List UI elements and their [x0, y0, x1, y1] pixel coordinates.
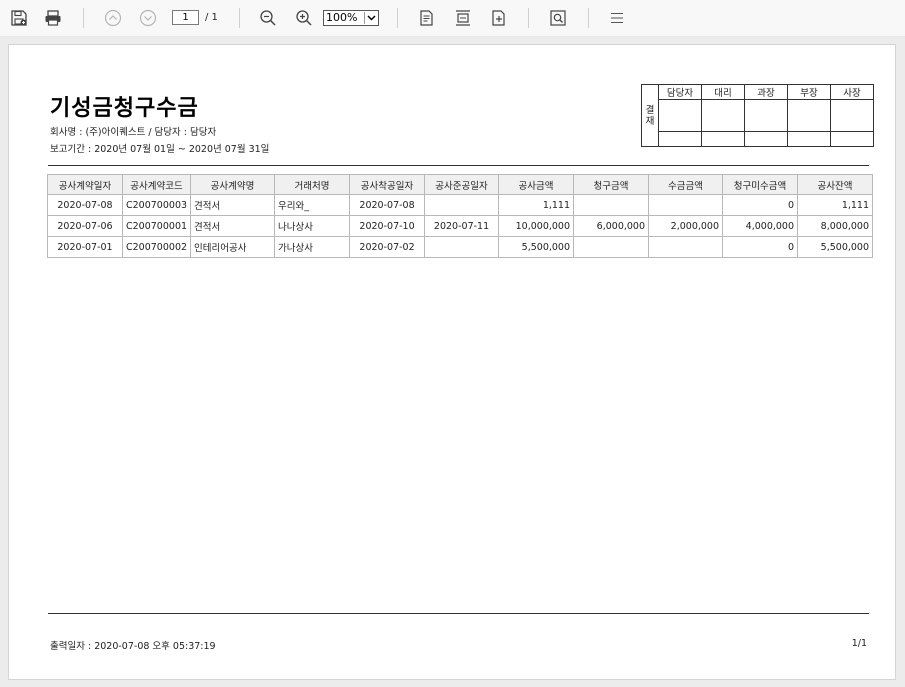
cell-balance: 8,000,000 [797, 215, 874, 237]
header-divider [48, 165, 869, 166]
column-header: 공사준공일자 [424, 174, 500, 195]
zoom-in-icon[interactable] [293, 7, 315, 29]
cell-contract-name: 견적서 [190, 194, 276, 216]
cell-contract-date: 2020-07-06 [47, 215, 123, 237]
cell-contract-code: C200700001 [121, 215, 192, 237]
cell-client: 가나상사 [274, 236, 351, 258]
approval-sign-cell [658, 99, 702, 132]
approval-date-cell [744, 131, 788, 147]
cell-client: 우리와_ [274, 194, 351, 216]
cell-end-date: 2020-07-11 [424, 215, 500, 237]
cell-contract-date: 2020-07-01 [47, 236, 123, 258]
company-line: 회사명 : (주)아이퀘스트 / 담당자 : 담당자 [50, 127, 217, 138]
approval-sign-cell [830, 99, 874, 132]
approval-date-cell [830, 131, 874, 147]
approval-role: 부장 [787, 84, 831, 100]
approval-sign-cell [701, 99, 745, 132]
column-header: 공사계약일자 [47, 174, 123, 195]
toolbar-separator [397, 8, 398, 28]
fit-page-icon[interactable] [488, 7, 510, 29]
approval-role: 대리 [701, 84, 745, 100]
report-page: 기성금청구수금 회사명 : (주)아이퀘스트 / 담당자 : 담당자 보고기간 … [8, 44, 896, 680]
zoom-out-icon[interactable] [257, 7, 279, 29]
toolbar-separator [528, 8, 529, 28]
report-viewer[interactable]: 기성금청구수금 회사명 : (주)아이퀘스트 / 담당자 : 담당자 보고기간 … [0, 37, 905, 687]
cell-billed [573, 236, 650, 258]
cell-end-date [424, 236, 500, 258]
cell-balance: 5,500,000 [797, 236, 874, 258]
cell-end-date [424, 194, 500, 216]
cell-contract-date: 2020-07-08 [47, 194, 123, 216]
print-date: 출력일자 : 2020-07-08 오후 05:37:19 [50, 641, 216, 652]
cell-receivable: 4,000,000 [722, 215, 799, 237]
period-line: 보고기간 : 2020년 07월 01일 ~ 2020년 07월 31일 [50, 144, 270, 155]
cell-billed: 6,000,000 [573, 215, 650, 237]
cell-client: 나나상사 [274, 215, 351, 237]
hamburger-menu-icon[interactable] [606, 7, 628, 29]
column-header: 청구미수금액 [722, 174, 799, 195]
zoom-select[interactable]: 100% [323, 10, 379, 26]
cell-start-date: 2020-07-08 [349, 194, 426, 216]
cell-receivable: 0 [722, 236, 799, 258]
cell-contract-name: 견적서 [190, 215, 276, 237]
export-document-icon[interactable] [416, 7, 438, 29]
table-row: 2020-07-08 C200700003 견적서 우리와_ 2020-07-0… [47, 194, 874, 216]
cell-amount: 10,000,000 [498, 215, 575, 237]
zoom-value: 100% [326, 11, 358, 24]
column-header: 공사금액 [498, 174, 575, 195]
approval-box: 결재 담당자 대리 과장 부장 사장 [641, 84, 874, 147]
table-row: 2020-07-01 C200700002 인테리어공사 가나상사 2020-0… [47, 236, 874, 258]
page-up-icon[interactable] [102, 7, 124, 29]
column-header: 공사잔액 [797, 174, 874, 195]
cell-start-date: 2020-07-02 [349, 236, 426, 258]
page-down-icon[interactable] [137, 7, 159, 29]
page-total: / 1 [205, 12, 218, 23]
cell-contract-code: C200700003 [121, 194, 192, 216]
page-setup-icon[interactable] [452, 7, 474, 29]
approval-role: 사장 [830, 84, 874, 100]
viewer-toolbar: 1 / 1 100% [0, 0, 905, 37]
column-header: 수금금액 [648, 174, 724, 195]
toolbar-separator [588, 8, 589, 28]
cell-amount: 1,111 [498, 194, 575, 216]
cell-collected [648, 236, 724, 258]
save-icon[interactable] [8, 7, 30, 29]
cell-collected [648, 194, 724, 216]
toolbar-separator [239, 8, 240, 28]
approval-date-cell [658, 131, 702, 147]
column-header: 공사계약코드 [121, 174, 192, 195]
cell-contract-code: C200700002 [121, 236, 192, 258]
cell-balance: 1,111 [797, 194, 874, 216]
find-icon[interactable] [547, 7, 569, 29]
cell-contract-name: 인테리어공사 [190, 236, 276, 258]
cell-collected: 2,000,000 [648, 215, 724, 237]
page-number-input[interactable]: 1 [172, 10, 199, 25]
cell-billed [573, 194, 650, 216]
approval-date-cell [701, 131, 745, 147]
table-row: 2020-07-06 C200700001 견적서 나나상사 2020-07-1… [47, 215, 874, 237]
footer-divider [48, 613, 869, 614]
table-header-row: 공사계약일자 공사계약코드 공사계약명 거래처명 공사착공일자 공사준공일자 공… [47, 174, 874, 195]
column-header: 거래처명 [274, 174, 351, 195]
approval-label: 결재 [641, 84, 659, 147]
cell-amount: 5,500,000 [498, 236, 575, 258]
column-header: 청구금액 [573, 174, 650, 195]
column-header: 공사계약명 [190, 174, 276, 195]
approval-role: 담당자 [658, 84, 702, 100]
approval-sign-cell [787, 99, 831, 132]
chevron-down-icon [364, 12, 377, 24]
approval-role: 과장 [744, 84, 788, 100]
cell-receivable: 0 [722, 194, 799, 216]
approval-date-cell [787, 131, 831, 147]
report-title: 기성금청구수금 [50, 96, 199, 121]
column-header: 공사착공일자 [349, 174, 426, 195]
cell-start-date: 2020-07-10 [349, 215, 426, 237]
page-number: 1/1 [851, 638, 867, 649]
approval-sign-cell [744, 99, 788, 132]
print-icon[interactable] [42, 7, 64, 29]
report-table: 공사계약일자 공사계약코드 공사계약명 거래처명 공사착공일자 공사준공일자 공… [47, 174, 874, 258]
toolbar-separator [83, 8, 84, 28]
